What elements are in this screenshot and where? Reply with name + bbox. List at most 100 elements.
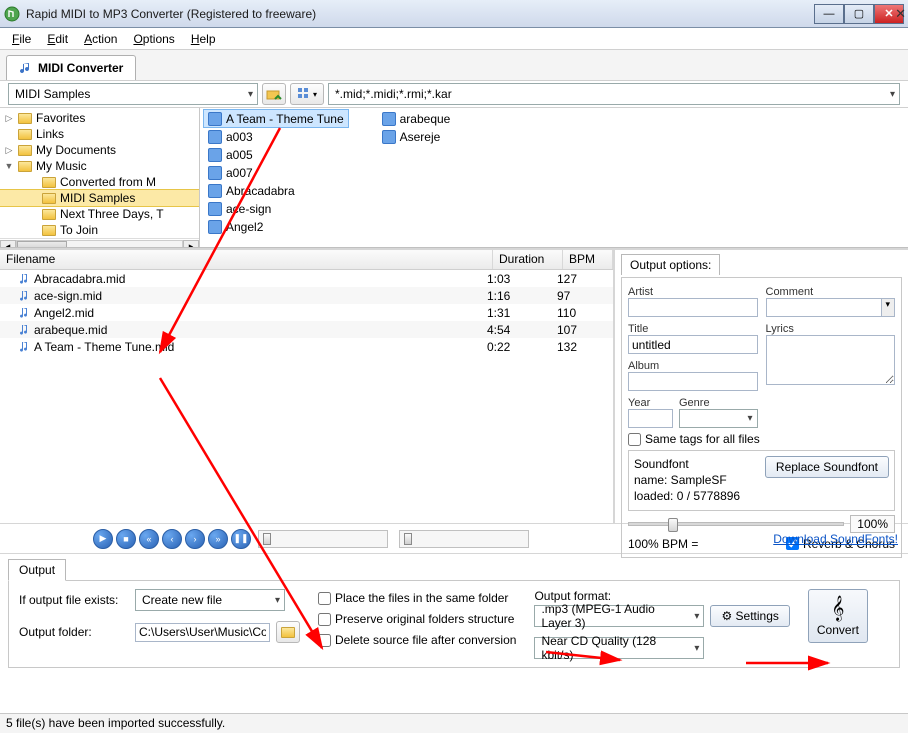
menu-action[interactable]: Action [76,30,125,48]
comment-expand-button[interactable]: ▾ [882,298,895,317]
tree-item[interactable]: ▼My Music [0,158,199,174]
note-icon [20,273,30,285]
status-bar: 5 file(s) have been imported successfull… [0,713,908,733]
volume-slider[interactable] [628,522,844,526]
file-item[interactable]: Angel2 [204,218,348,235]
grid-icon [297,87,311,101]
output-folder-input[interactable] [135,623,270,642]
file-item[interactable]: A Team - Theme Tune [204,110,348,127]
same-tags-checkbox[interactable] [628,433,641,446]
comment-input[interactable] [766,298,882,317]
maximize-button[interactable]: ▢ [844,4,874,24]
folder-combo[interactable]: MIDI Samples [8,83,258,105]
up-folder-button[interactable] [262,83,286,105]
pause-button[interactable]: ❚❚ [231,529,251,549]
options-tab[interactable]: Output options: [621,254,720,275]
same-folder-checkbox[interactable] [318,592,331,605]
tab-label: MIDI Converter [38,61,123,75]
tab-midi-converter[interactable]: MIDI Converter [6,55,136,80]
minimize-button[interactable]: ― [814,4,844,24]
genre-combo[interactable] [679,409,758,428]
label-album: Album [628,360,659,372]
step-back-button[interactable]: ‹ [162,529,182,549]
tree-item[interactable]: Converted from M [0,174,199,190]
queue-header[interactable]: Filename Duration BPM [0,250,613,270]
preserve-structure-checkbox[interactable] [318,613,331,626]
year-input[interactable] [628,409,673,428]
menu-help[interactable]: Help [183,30,224,48]
replace-soundfont-button[interactable]: Replace Soundfont [765,456,889,478]
seek-slider-2[interactable] [399,530,529,548]
stop-button[interactable]: ■ [116,529,136,549]
folder-icon [42,209,56,220]
folder-icon [281,627,295,638]
folder-icon [18,113,32,124]
tree-item[interactable]: ▷My Documents [0,142,199,158]
label-year: Year [628,397,650,409]
label-comment: Comment [766,286,814,298]
ffwd-button[interactable]: » [208,529,228,549]
file-list[interactable]: A Team - Theme Tunea003a005a007Abracadab… [200,108,908,247]
lyrics-input[interactable] [766,335,896,385]
queue-row[interactable]: A Team - Theme Tune.mid0:22132 [0,338,613,355]
tree-item[interactable]: MIDI Samples [0,190,199,206]
conversion-queue: Filename Duration BPM Abracadabra.mid1:0… [0,250,615,523]
browse-folder-button[interactable] [276,621,300,643]
settings-button[interactable]: ⚙ Settings [710,605,789,627]
file-item[interactable]: arabeque [378,110,455,127]
delete-source-checkbox[interactable] [318,634,331,647]
rewind-button[interactable]: « [139,529,159,549]
menu-options[interactable]: Options [125,30,182,48]
ifexists-combo[interactable]: Create new file [135,589,285,611]
view-mode-button[interactable]: ▾ [290,83,324,105]
label-title: Title [628,323,648,335]
artist-input[interactable] [628,298,758,317]
label-format: Output format: [534,589,611,603]
queue-row[interactable]: arabeque.mid4:54107 [0,321,613,338]
queue-row[interactable]: Abracadabra.mid1:03127 [0,270,613,287]
file-item[interactable]: Asereje [378,128,455,145]
label-ifexists: If output file exists: [19,593,129,607]
queue-row[interactable]: Angel2.mid1:31110 [0,304,613,321]
folder-icon [42,193,56,204]
file-item[interactable]: ace-sign [204,200,348,217]
file-item[interactable]: a003 [204,128,348,145]
filter-combo[interactable]: *.mid;*.midi;*.rmi;*.kar [328,83,900,105]
label-folder: Output folder: [19,625,129,639]
midi-file-icon [208,184,222,198]
clef-icon: 𝄞 [831,595,844,621]
file-item[interactable]: a007 [204,164,348,181]
folder-tree[interactable]: ▷FavoritesLinks▷My Documents▼My MusicCon… [0,108,200,247]
quality-combo[interactable]: Near CD Quality (128 kbit/s) [534,637,704,659]
note-icon [19,61,33,75]
tree-item[interactable]: Next Three Days, T [0,206,199,222]
tree-item[interactable]: ▷Favorites [0,110,199,126]
album-input[interactable] [628,372,758,391]
midi-file-icon [208,220,222,234]
outer-close-icon: ✕ [895,6,906,22]
title-input[interactable] [628,335,758,354]
step-fwd-button[interactable]: › [185,529,205,549]
tree-item[interactable]: Links [0,126,199,142]
midi-file-icon [208,130,222,144]
midi-file-icon [208,112,222,126]
play-button[interactable]: ▶ [93,529,113,549]
seek-slider[interactable] [258,530,388,548]
convert-button[interactable]: 𝄞 Convert [808,589,868,643]
output-tab[interactable]: Output [8,559,66,581]
midi-file-icon [208,166,222,180]
folder-icon [42,177,56,188]
file-item[interactable]: a005 [204,146,348,163]
file-item[interactable]: Abracadabra [204,182,348,199]
menu-file[interactable]: File [4,30,39,48]
download-soundfonts-link[interactable]: Download SoundFonts! [773,532,898,546]
tree-hscroll[interactable]: ◂▸ [0,238,199,247]
menu-edit[interactable]: Edit [39,30,76,48]
tree-item[interactable]: To Join [0,222,199,238]
midi-file-icon [382,112,396,126]
format-combo[interactable]: .mp3 (MPEG-1 Audio Layer 3) [534,605,704,627]
midi-file-icon [208,202,222,216]
queue-row[interactable]: ace-sign.mid1:1697 [0,287,613,304]
label-lyrics: Lyrics [766,323,794,335]
folder-up-icon [266,86,282,102]
